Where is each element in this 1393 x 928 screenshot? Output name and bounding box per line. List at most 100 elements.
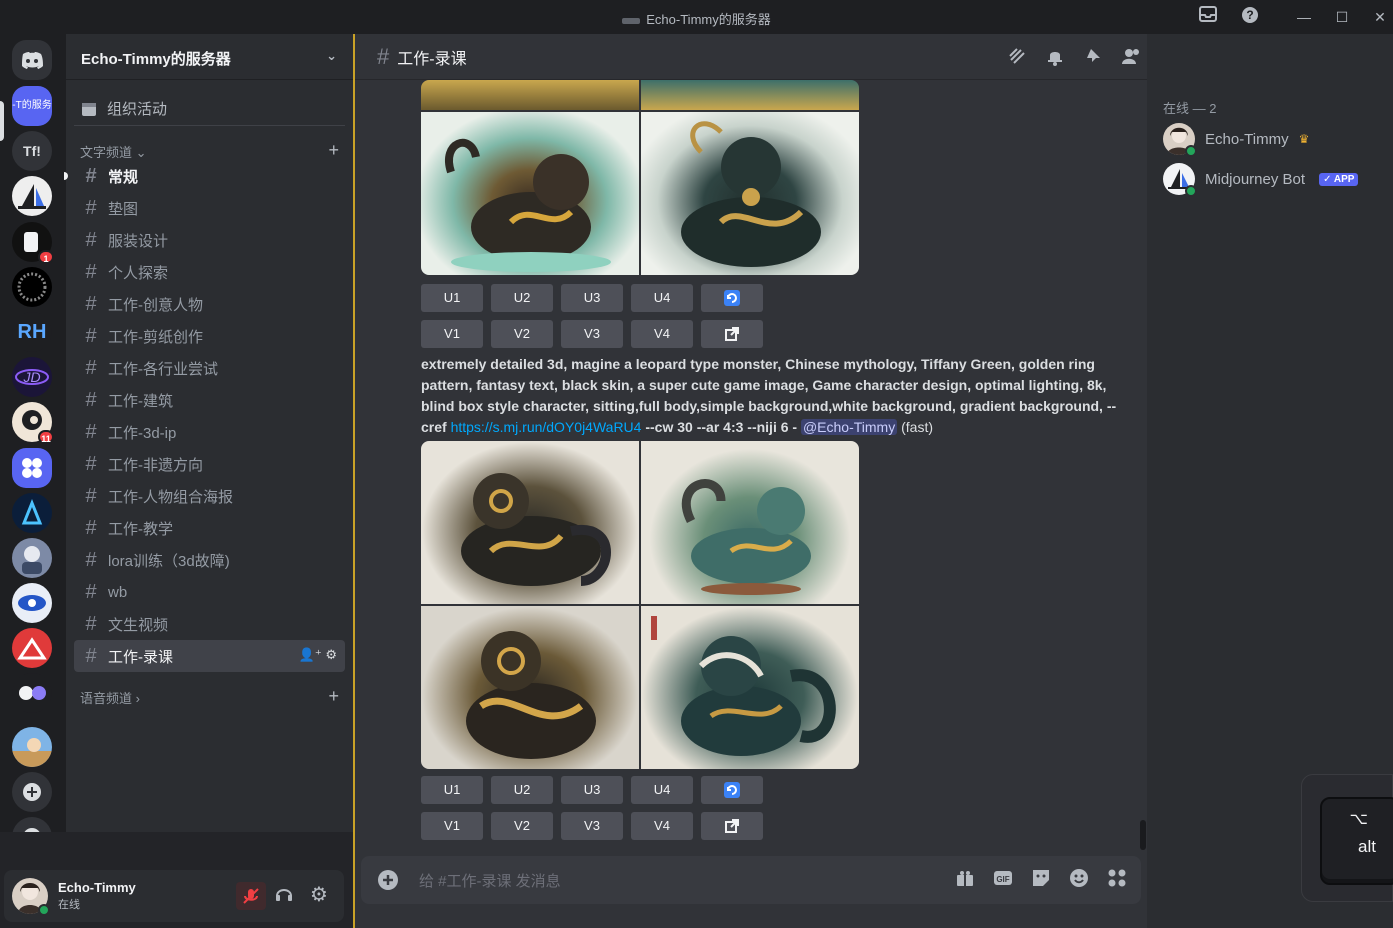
- image-grid[interactable]: [421, 80, 859, 275]
- server-ai-icon[interactable]: [12, 493, 52, 533]
- help-icon[interactable]: ?: [1238, 6, 1262, 28]
- v1-button[interactable]: V1: [421, 812, 483, 840]
- add-channel-icon[interactable]: +: [328, 140, 339, 161]
- member-item[interactable]: Echo-Timmy ♛: [1163, 123, 1310, 157]
- server-mountain-icon[interactable]: [12, 628, 52, 668]
- channel-item[interactable]: # wb: [74, 576, 345, 608]
- image-tile[interactable]: [641, 80, 859, 110]
- open-external-button[interactable]: [701, 320, 763, 348]
- user-mention[interactable]: @Echo-Timmy: [800, 419, 898, 435]
- bell-icon[interactable]: [1045, 46, 1065, 71]
- v1-button[interactable]: V1: [421, 320, 483, 348]
- image-tile[interactable]: [421, 80, 639, 110]
- v3-button[interactable]: V3: [561, 320, 623, 348]
- channel-item[interactable]: # 工作-非遗方向: [74, 448, 345, 480]
- channel-item[interactable]: # 文生视频: [74, 608, 345, 640]
- mute-mic-button[interactable]: [236, 882, 266, 910]
- image-grid[interactable]: [421, 441, 859, 769]
- server-dark-icon[interactable]: 1: [12, 222, 54, 264]
- headphones-icon[interactable]: [274, 884, 294, 909]
- u2-button[interactable]: U2: [491, 776, 553, 804]
- reroll-button[interactable]: [701, 776, 763, 804]
- image-tile[interactable]: [421, 441, 639, 604]
- channel-item[interactable]: # 工作-各行业尝试: [74, 352, 345, 384]
- server-rh-icon[interactable]: RH: [12, 312, 52, 352]
- channel-name: 服装设计: [108, 232, 169, 250]
- u1-button[interactable]: U1: [421, 776, 483, 804]
- user-panel-inner: Echo-Timmy 在线 ⚙: [4, 870, 344, 922]
- apps-icon[interactable]: [1107, 868, 1127, 893]
- user-settings-gear-icon[interactable]: ⚙: [310, 882, 328, 907]
- channel-item[interactable]: # 常规: [64, 160, 345, 192]
- image-tile[interactable]: [421, 606, 639, 769]
- v2-button[interactable]: V2: [491, 320, 553, 348]
- events-item[interactable]: 组织活动: [74, 92, 345, 126]
- server-anime-icon[interactable]: [12, 538, 52, 578]
- hash-icon: #: [85, 644, 97, 667]
- channel-item-active[interactable]: # 工作-录课 👤⁺ ⚙: [74, 640, 345, 672]
- pin-icon[interactable]: [1083, 46, 1103, 71]
- u4-button[interactable]: U4: [631, 776, 693, 804]
- image-tile[interactable]: [421, 112, 639, 275]
- server-midjourney-icon[interactable]: [12, 176, 52, 216]
- inbox-icon[interactable]: [1196, 6, 1220, 28]
- threads-icon[interactable]: [1007, 46, 1027, 71]
- u1-button[interactable]: U1: [421, 284, 483, 312]
- channel-item[interactable]: # lora训练（3d故障): [74, 544, 345, 576]
- image-tile[interactable]: [641, 112, 859, 275]
- server-faces-icon[interactable]: [12, 673, 52, 713]
- add-member-icon[interactable]: 👤⁺: [299, 647, 322, 662]
- server-header[interactable]: Echo-Timmy的服务器 ⌄: [66, 34, 353, 80]
- channel-item[interactable]: # 工作-3d-ip: [74, 416, 345, 448]
- voice-channels-category[interactable]: 语音频道 › +: [66, 678, 353, 706]
- add-server-icon[interactable]: [12, 772, 52, 812]
- gif-icon[interactable]: GIF: [993, 868, 1013, 893]
- v3-button[interactable]: V3: [561, 812, 623, 840]
- v4-button[interactable]: V4: [631, 812, 693, 840]
- message-input[interactable]: 给 #工作-录课 发消息: [419, 870, 561, 891]
- server-flower-icon[interactable]: [12, 448, 52, 488]
- server-character-icon[interactable]: 11: [12, 402, 54, 444]
- emoji-icon[interactable]: [1069, 868, 1089, 893]
- sticker-icon[interactable]: [1031, 868, 1051, 893]
- channel-item[interactable]: # 个人探索: [74, 256, 345, 288]
- server-jd-icon[interactable]: JD: [12, 357, 52, 397]
- u3-button[interactable]: U3: [561, 776, 623, 804]
- reroll-button[interactable]: [701, 284, 763, 312]
- channel-item[interactable]: # 工作-创意人物: [74, 288, 345, 320]
- channel-item[interactable]: # 垫图: [74, 192, 345, 224]
- server-eye-icon[interactable]: [12, 583, 52, 623]
- v4-button[interactable]: V4: [631, 320, 693, 348]
- prompt-link[interactable]: https://s.mj.run/dOY0j4WaRU4: [451, 419, 642, 435]
- image-tile[interactable]: [641, 441, 859, 604]
- channel-item[interactable]: # 工作-剪纸创作: [74, 320, 345, 352]
- member-list-icon[interactable]: [1121, 46, 1141, 71]
- u2-button[interactable]: U2: [491, 284, 553, 312]
- add-attachment-icon[interactable]: [377, 869, 399, 896]
- gear-icon[interactable]: ⚙: [325, 647, 337, 662]
- channel-item[interactable]: # 工作-建筑: [74, 384, 345, 416]
- channel-item[interactable]: # 工作-教学: [74, 512, 345, 544]
- u4-button[interactable]: U4: [631, 284, 693, 312]
- text-channels-category[interactable]: 文字频道 ⌄ +: [66, 132, 353, 160]
- member-item[interactable]: Midjourney Bot ✓ APP: [1163, 163, 1359, 197]
- image-tile[interactable]: [641, 606, 859, 769]
- channel-item[interactable]: # 服装设计: [74, 224, 345, 256]
- channel-item[interactable]: # 工作-人物组合海报: [74, 480, 345, 512]
- svg-text:JD: JD: [22, 369, 40, 385]
- gift-icon[interactable]: [955, 868, 975, 893]
- server-echo-timmy-icon[interactable]: -T的服务: [12, 86, 52, 126]
- close-icon[interactable]: ✕: [1368, 6, 1392, 28]
- minimize-icon[interactable]: —: [1292, 6, 1316, 28]
- server-tf-icon[interactable]: Tf!: [12, 131, 52, 171]
- server-landscape-icon[interactable]: [12, 727, 52, 767]
- discord-home-icon[interactable]: [12, 40, 52, 80]
- u3-button[interactable]: U3: [561, 284, 623, 312]
- maximize-icon[interactable]: ☐: [1330, 6, 1354, 28]
- server-dotted-icon[interactable]: [12, 267, 52, 307]
- add-channel-icon[interactable]: +: [328, 686, 339, 707]
- v2-button[interactable]: V2: [491, 812, 553, 840]
- crown-icon: ♛: [1298, 132, 1310, 146]
- open-external-button[interactable]: [701, 812, 763, 840]
- chat-scrollbar[interactable]: [1140, 820, 1146, 850]
